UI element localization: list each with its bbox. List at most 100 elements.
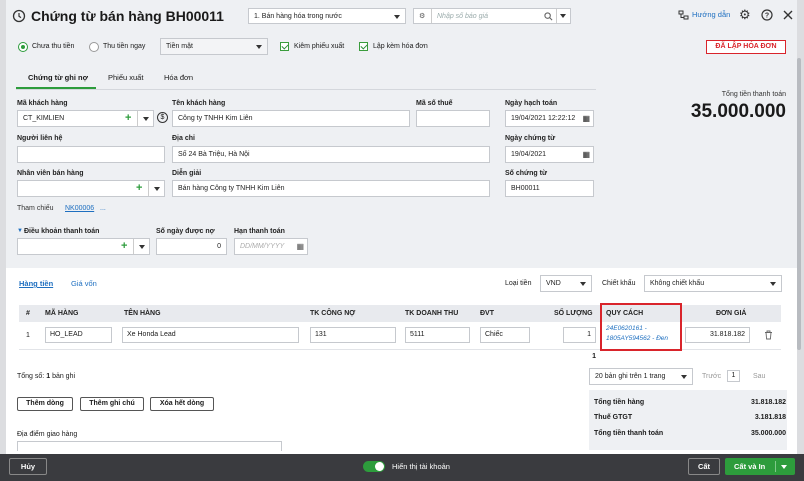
col-no: # <box>26 305 30 322</box>
row-debt-account[interactable]: 131 <box>310 327 396 343</box>
customer-name-field[interactable]: Công ty TNHH Kim Liên <box>172 110 410 127</box>
tab-cost[interactable]: Giá vốn <box>71 279 97 288</box>
page-title: Chứng từ bán hàng BH00011 <box>31 8 224 24</box>
posting-date-field[interactable]: 19/04/2021 12:22:12 ▦ <box>505 110 594 127</box>
next-page[interactable]: Sau <box>753 373 765 380</box>
paid-radio[interactable] <box>89 42 99 52</box>
doc-date-label: Ngày chứng từ <box>505 135 556 142</box>
row-name[interactable]: Xe Honda Lead <box>122 327 299 343</box>
chevron-down-icon[interactable] <box>154 187 160 191</box>
help-icon[interactable]: ? <box>761 9 773 21</box>
add-terms-icon[interactable]: + <box>121 239 127 253</box>
trash-icon[interactable] <box>764 330 773 340</box>
history-icon[interactable] <box>12 9 26 23</box>
chevron-down-icon[interactable] <box>143 117 149 121</box>
quote-search[interactable]: ⚙ Nhập số báo giá <box>413 8 571 24</box>
qty-total: 1 <box>592 353 596 360</box>
tax-code-label: Mã số thuế <box>416 100 453 107</box>
row-revenue-account[interactable]: 5111 <box>405 327 470 343</box>
add-customer-icon[interactable]: + <box>125 111 131 125</box>
calendar-icon: ▦ <box>582 150 590 159</box>
due-date-field[interactable]: DD/MM/YYYY ▦ <box>234 238 308 255</box>
row-quantity[interactable]: 1 <box>563 327 596 343</box>
discount-select[interactable]: Không chiết khấu <box>644 275 782 292</box>
add-row-button[interactable]: Thêm dòng <box>17 397 73 411</box>
tab-debit-voucher[interactable]: Chứng từ ghi nợ <box>28 73 88 82</box>
row-code[interactable]: HO_LEAD <box>45 327 112 343</box>
currency-select[interactable]: VND <box>540 275 592 292</box>
close-icon[interactable] <box>783 10 793 20</box>
quote-search-input[interactable]: Nhập số báo giá <box>437 9 488 23</box>
contact-field[interactable] <box>17 146 165 163</box>
col-price: ĐƠN GIÁ <box>716 305 747 322</box>
customer-code-label: Mã khách hàng <box>17 100 68 107</box>
credit-days-field[interactable]: 0 <box>156 238 227 255</box>
add-note-button[interactable]: Thêm ghi chú <box>80 397 144 411</box>
guide-icon[interactable] <box>678 10 689 21</box>
due-date-label: Hạn thanh toán <box>234 228 285 235</box>
help-link[interactable]: Hướng dẫn <box>692 10 730 19</box>
customer-code-field[interactable]: CT_KIMLIEN + <box>17 110 154 127</box>
tab-export-slip[interactable]: Phiếu xuất <box>108 73 143 82</box>
settings-icon[interactable]: ⚙ <box>739 7 751 23</box>
col-quantity: SỐ LƯỢNG <box>554 305 593 322</box>
export-slip-label: Kiêm phiếu xuất <box>294 43 345 50</box>
reference-more-link[interactable]: ... <box>100 205 106 212</box>
invoice-label: Lập kèm hóa đơn <box>373 43 428 50</box>
payment-terms-label: Điều khoản thanh toán <box>24 228 100 235</box>
add-salesperson-icon[interactable]: + <box>136 181 142 195</box>
collapse-icon[interactable]: ▼ <box>17 228 23 234</box>
export-slip-checkbox[interactable] <box>280 42 289 51</box>
invoice-checkbox[interactable] <box>359 42 368 51</box>
unpaid-radio[interactable] <box>18 42 28 52</box>
tab-invoice[interactable]: Hóa đơn <box>164 73 193 82</box>
unpaid-label: Chưa thu tiền <box>32 43 75 50</box>
reference-link[interactable]: NK00006 <box>65 205 94 212</box>
doc-no-field[interactable]: BH00011 <box>505 180 594 197</box>
scrollbar[interactable] <box>797 58 801 350</box>
show-accounts-toggle[interactable] <box>363 461 385 472</box>
grand-total-value: 35.000.000 <box>750 430 786 437</box>
address-field[interactable]: Số 24 Bà Triệu, Hà Nội <box>172 146 490 163</box>
save-print-button[interactable]: Cất và In <box>725 458 795 475</box>
row-price[interactable]: 31.818.182 <box>685 327 750 343</box>
save-button[interactable]: Cất <box>688 458 720 475</box>
payment-terms-field[interactable]: + <box>17 238 150 255</box>
grand-total-label: Tổng tiền thanh toán <box>594 430 664 437</box>
invoice-status-badge: ĐÃ LẬP HÓA ĐƠN <box>706 40 786 54</box>
col-name: TÊN HÀNG <box>124 305 161 322</box>
chevron-down-icon[interactable] <box>560 14 566 18</box>
page-size-select[interactable]: 20 bản ghi trên 1 trang <box>589 368 693 385</box>
delivery-field[interactable] <box>17 441 282 451</box>
show-accounts-label: Hiển thị tài khoản <box>392 462 450 471</box>
delivery-label: Địa điểm giao hàng <box>17 431 78 438</box>
doc-date-field[interactable]: 19/04/2021 ▦ <box>505 146 594 163</box>
calendar-icon: ▦ <box>582 114 590 123</box>
vat-value: 3.181.818 <box>754 414 786 421</box>
svg-text:?: ? <box>765 13 769 20</box>
currency-icon[interactable]: $ <box>157 112 168 123</box>
credit-days-label: Số ngày được nợ <box>156 228 215 235</box>
payment-method-select[interactable]: Tiền mặt <box>160 38 268 55</box>
prev-page[interactable]: Trước <box>702 373 721 380</box>
customer-name-label: Tên khách hàng <box>172 100 226 107</box>
gear-small-icon: ⚙ <box>419 13 426 20</box>
delete-all-rows-button[interactable]: Xóa hết dòng <box>150 397 214 411</box>
row-unit[interactable]: Chiếc <box>480 327 530 343</box>
tax-code-field[interactable] <box>416 110 490 127</box>
contact-label: Người liên hệ <box>17 135 63 142</box>
total-label: Tổng tiền thanh toán <box>721 91 786 98</box>
posting-date-label: Ngày hạch toán <box>505 100 558 107</box>
current-page[interactable]: 1 <box>727 370 740 382</box>
tab-goods[interactable]: Hàng tiền <box>19 279 53 288</box>
col-debt-account: TK CÔNG NỢ <box>310 305 356 322</box>
cancel-button[interactable]: Hủy <box>9 458 47 475</box>
salesperson-field[interactable]: + <box>17 180 165 197</box>
description-field[interactable]: Bán hàng Công ty TNHH Kim Liên <box>172 180 490 197</box>
discount-label: Chiết khấu <box>602 280 636 287</box>
chevron-down-icon[interactable] <box>139 245 145 249</box>
tab-divider <box>16 89 596 90</box>
sale-type-select[interactable]: 1. Bán hàng hóa trong nước <box>248 8 406 24</box>
description-label: Diễn giải <box>172 170 202 177</box>
search-icon[interactable] <box>544 12 553 21</box>
